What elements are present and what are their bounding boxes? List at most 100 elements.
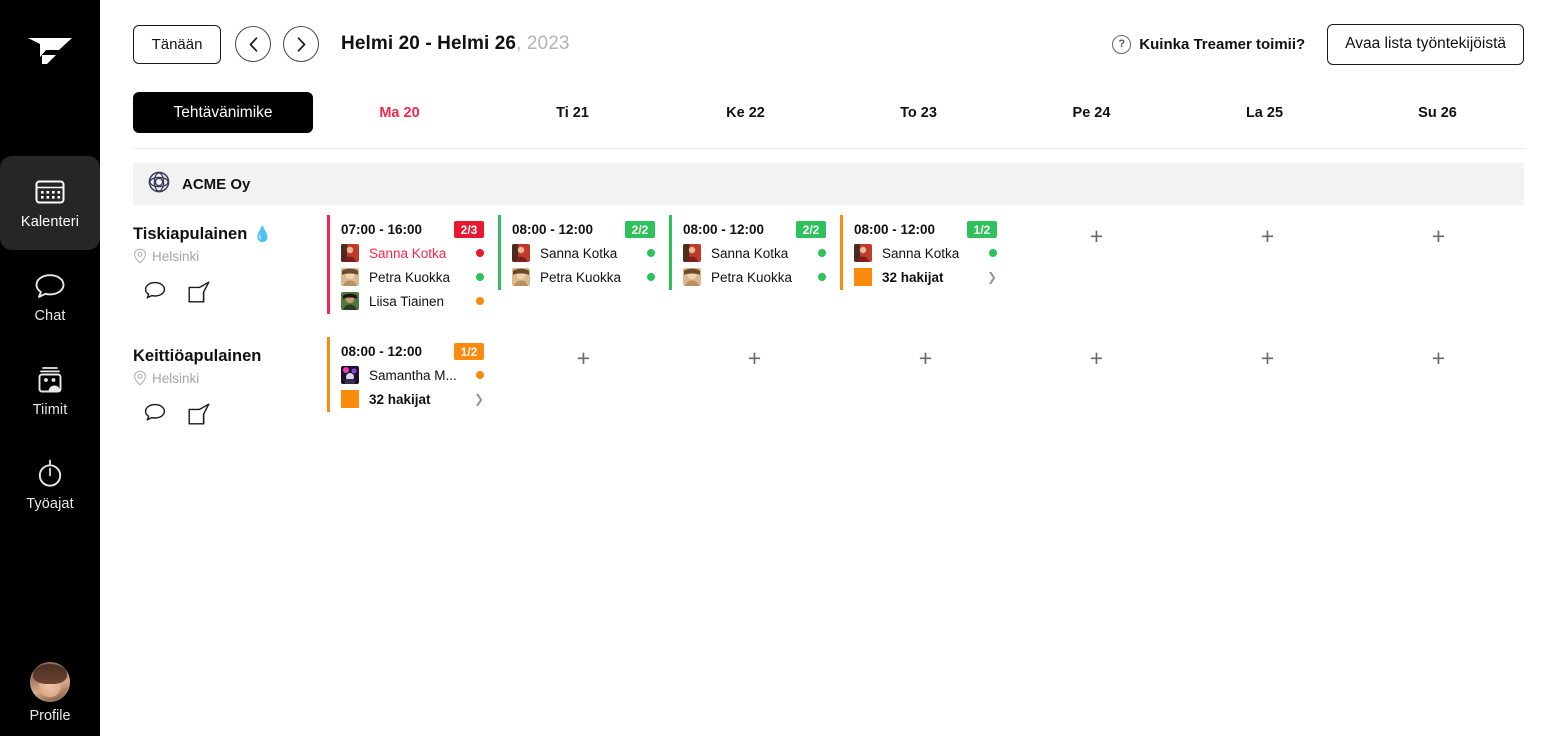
shift-cell-pe24[interactable]: + <box>1011 215 1182 315</box>
role-info-column: Tiskiapulainen 💧 Helsinki <box>133 215 327 315</box>
shift-cell-ti21[interactable]: 08:00 - 12:00 2/2 Sanna Kotka Petra Kuok… <box>498 215 669 315</box>
edit-pencil-icon[interactable] <box>188 281 210 308</box>
shift-person[interactable]: Sanna Kotka <box>512 244 669 262</box>
shift-card[interactable]: 08:00 - 12:00 2/2 Sanna Kotka Petra Kuok… <box>669 215 840 290</box>
day-header-ti21[interactable]: Ti 21 <box>486 105 659 121</box>
today-button[interactable]: Tänään <box>133 24 221 64</box>
sidebar-item-kalenteri[interactable]: Kalenteri <box>0 156 100 250</box>
add-shift-button[interactable]: + <box>1353 337 1524 381</box>
sidebar-item-chat[interactable]: Chat <box>0 250 100 344</box>
shift-cell-su26[interactable]: + <box>1353 337 1524 437</box>
shift-cell-to23[interactable]: 08:00 - 12:00 1/2 Sanna Kotka 32 hakijat… <box>840 215 1011 315</box>
shift-card-header: 08:00 - 12:00 2/2 <box>683 221 840 238</box>
avatar <box>854 244 872 262</box>
shift-card[interactable]: 08:00 - 12:00 1/2 Samantha M... 32 hakij… <box>327 337 498 412</box>
tab-tehtavanimike[interactable]: Tehtävänimike <box>133 92 313 133</box>
day-header-to23[interactable]: To 23 <box>832 105 1005 121</box>
shift-person[interactable]: Petra Kuokka <box>683 268 840 286</box>
role-location: Helsinki <box>133 248 327 264</box>
date-range-label: Helmi 20 - Helmi 26 <box>341 33 517 54</box>
role-title: Keittiöapulainen <box>133 347 262 365</box>
status-dot <box>476 273 484 281</box>
chat-bubble-icon[interactable] <box>144 281 166 308</box>
add-shift-button[interactable]: + <box>498 337 669 381</box>
shift-person[interactable]: Sanna Kotka <box>683 244 840 262</box>
shift-cell-ke22[interactable]: 08:00 - 12:00 2/2 Sanna Kotka Petra Kuok… <box>669 215 840 315</box>
add-shift-button[interactable]: + <box>669 337 840 381</box>
person-name: Sanna Kotka <box>369 245 447 261</box>
shift-card-header: 08:00 - 12:00 2/2 <box>512 221 669 238</box>
day-header-ke22[interactable]: Ke 22 <box>659 105 832 121</box>
shift-cell-ma20[interactable]: 07:00 - 16:00 2/3 Sanna Kotka Petra Kuok… <box>327 215 498 315</box>
shift-cell-ma20[interactable]: 08:00 - 12:00 1/2 Samantha M... 32 hakij… <box>327 337 498 437</box>
shift-cell-to23[interactable]: + <box>840 337 1011 437</box>
avatar <box>512 268 530 286</box>
prev-week-button[interactable] <box>235 26 271 62</box>
status-dot <box>989 249 997 257</box>
edit-pencil-icon[interactable] <box>188 403 210 430</box>
shift-cell-la25[interactable]: + <box>1182 215 1353 315</box>
sidebar-item-tyoajat[interactable]: Työajat <box>0 438 100 532</box>
question-mark-icon: ? <box>1112 34 1132 54</box>
role-location-label: Helsinki <box>152 248 200 264</box>
chevron-right-icon <box>297 36 305 52</box>
week-header-row: Tehtävänimike Ma 20 Ti 21 Ke 22 To 23 Pe… <box>100 88 1557 137</box>
chevron-right-icon[interactable]: ❯ <box>474 393 484 405</box>
add-shift-button[interactable]: + <box>1353 215 1524 259</box>
shift-person[interactable]: Petra Kuokka <box>341 268 498 286</box>
company-band[interactable]: ACME Oy <box>133 163 1524 205</box>
chat-bubble-icon[interactable] <box>144 403 166 430</box>
shift-person[interactable]: Samantha M... <box>341 366 498 384</box>
person-name: Liisa Tiainen <box>369 293 445 309</box>
add-shift-button[interactable]: + <box>1011 337 1182 381</box>
shift-cell-su26[interactable]: + <box>1353 215 1524 315</box>
map-pin-icon <box>133 370 147 386</box>
shift-card[interactable]: 08:00 - 12:00 1/2 Sanna Kotka 32 hakijat… <box>840 215 1011 290</box>
day-columns-header: Ma 20 Ti 21 Ke 22 To 23 Pe 24 La 25 Su 2… <box>313 105 1524 121</box>
day-header-ma20[interactable]: Ma 20 <box>313 105 486 121</box>
shift-person[interactable]: Liisa Tiainen <box>341 292 498 310</box>
main-content: Tänään Helmi 20 - Helmi 26, 2023 ? Kuink… <box>100 0 1557 736</box>
shift-card[interactable]: 07:00 - 16:00 2/3 Sanna Kotka Petra Kuok… <box>327 215 498 314</box>
sidebar-item-label: Kalenteri <box>20 213 80 230</box>
sidebar-item-profile[interactable]: Profile <box>0 662 100 724</box>
next-week-button[interactable] <box>283 26 319 62</box>
shift-card[interactable]: 08:00 - 12:00 2/2 Sanna Kotka Petra Kuok… <box>498 215 669 290</box>
day-header-la25[interactable]: La 25 <box>1178 105 1351 121</box>
shift-person[interactable]: Petra Kuokka <box>512 268 669 286</box>
role-title-line: Keittiöapulainen <box>133 347 327 366</box>
shift-cell-ti21[interactable]: + <box>498 337 669 437</box>
shift-time: 08:00 - 12:00 <box>683 222 765 237</box>
applicants-row[interactable]: 32 hakijat ❯ <box>854 268 1011 286</box>
how-treamer-works-label: Kuinka Treamer toimii? <box>1139 35 1306 53</box>
shift-person[interactable]: Sanna Kotka <box>854 244 1011 262</box>
treamer-logo-icon[interactable] <box>0 0 100 100</box>
header-divider <box>133 148 1524 149</box>
chevron-right-icon[interactable]: ❯ <box>987 271 997 283</box>
role-row: Tiskiapulainen 💧 Helsinki 07:00 - 16:00 … <box>100 215 1557 315</box>
shift-cell-ke22[interactable]: + <box>669 337 840 437</box>
add-shift-button[interactable]: + <box>1182 215 1353 259</box>
sidebar-item-tiimit[interactable]: Tiimit <box>0 344 100 438</box>
day-header-pe24[interactable]: Pe 24 <box>1005 105 1178 121</box>
sidebar-profile-label: Profile <box>29 708 71 724</box>
how-treamer-works-link[interactable]: ? Kuinka Treamer toimii? <box>1112 34 1306 54</box>
shift-person[interactable]: Sanna Kotka <box>341 244 498 262</box>
shift-cell-la25[interactable]: + <box>1182 337 1353 437</box>
avatar <box>341 268 359 286</box>
applicants-row[interactable]: 32 hakijat ❯ <box>341 390 498 408</box>
shift-cell-pe24[interactable]: + <box>1011 337 1182 437</box>
person-name: Sanna Kotka <box>882 245 960 261</box>
person-name: Petra Kuokka <box>540 269 622 285</box>
status-badge: 1/2 <box>454 343 484 360</box>
company-name: ACME Oy <box>182 175 251 193</box>
day-header-su26[interactable]: Su 26 <box>1351 105 1524 121</box>
add-shift-button[interactable]: + <box>840 337 1011 381</box>
applicants-label: 32 hakijat <box>882 269 944 285</box>
date-range-title: Helmi 20 - Helmi 26, 2023 <box>341 33 570 55</box>
add-shift-button[interactable]: + <box>1182 337 1353 381</box>
add-shift-button[interactable]: + <box>1011 215 1182 259</box>
person-name: Sanna Kotka <box>540 245 618 261</box>
sidebar-item-label: Tiimit <box>32 401 68 418</box>
open-employee-list-button[interactable]: Avaa lista työntekijöistä <box>1327 23 1524 65</box>
